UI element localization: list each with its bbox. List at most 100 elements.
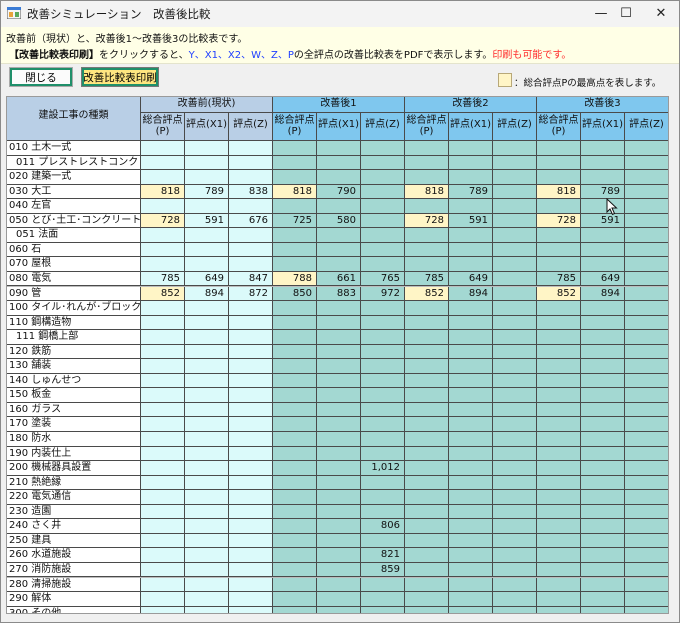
table-cell[interactable]	[493, 344, 537, 360]
table-cell[interactable]: 790	[317, 184, 361, 200]
table-cell[interactable]	[581, 606, 625, 613]
table-cell[interactable]: 785	[405, 271, 449, 287]
table-cell[interactable]	[581, 315, 625, 331]
table-cell[interactable]	[449, 402, 493, 418]
table-cell[interactable]	[625, 199, 668, 214]
table-cell[interactable]	[449, 432, 493, 447]
table-cell[interactable]	[581, 417, 625, 432]
table-cell[interactable]	[537, 242, 581, 258]
table-cell[interactable]	[625, 519, 668, 534]
table-cell[interactable]	[229, 373, 273, 389]
table-cell[interactable]	[229, 461, 273, 476]
table-cell[interactable]	[229, 504, 273, 520]
table-cell[interactable]	[581, 432, 625, 447]
table-cell[interactable]	[361, 315, 405, 331]
table-cell[interactable]	[317, 417, 361, 432]
table-cell[interactable]	[141, 548, 185, 563]
comparison-grid[interactable]: 建設工事の種類 改善前(現状) 総合評点 (P) 評点(X1) 評点(Z) 改善後1 総合評…	[6, 96, 669, 614]
row-label[interactable]: 230 造園	[7, 504, 141, 520]
row-label[interactable]: 020 建築一式	[7, 170, 141, 185]
table-cell[interactable]	[405, 344, 449, 360]
close-window-button[interactable]: ✕	[639, 1, 679, 27]
table-cell[interactable]	[273, 199, 317, 214]
table-cell[interactable]	[625, 504, 668, 520]
table-cell[interactable]	[317, 446, 361, 462]
table-cell[interactable]	[581, 359, 625, 374]
table-cell[interactable]	[449, 548, 493, 563]
table-cell[interactable]	[141, 170, 185, 185]
table-cell[interactable]	[361, 577, 405, 593]
table-cell[interactable]	[625, 213, 668, 229]
row-label[interactable]: 060 石	[7, 242, 141, 258]
row-label[interactable]: 130 舗装	[7, 359, 141, 374]
table-cell[interactable]	[317, 461, 361, 476]
table-cell[interactable]	[537, 461, 581, 476]
table-cell[interactable]	[317, 170, 361, 185]
table-cell[interactable]	[405, 577, 449, 593]
table-cell[interactable]	[229, 592, 273, 607]
table-cell[interactable]	[493, 257, 537, 272]
table-cell[interactable]	[141, 257, 185, 272]
table-cell[interactable]	[405, 461, 449, 476]
table-cell[interactable]	[185, 228, 229, 243]
table-cell[interactable]: 972	[361, 286, 405, 302]
table-cell[interactable]	[581, 533, 625, 549]
row-label[interactable]: 300 その他	[7, 606, 141, 613]
table-cell[interactable]	[625, 301, 668, 316]
table-cell[interactable]	[185, 388, 229, 403]
table-cell[interactable]	[581, 257, 625, 272]
table-cell[interactable]	[493, 213, 537, 229]
table-cell[interactable]	[493, 242, 537, 258]
table-cell[interactable]	[537, 533, 581, 549]
table-cell[interactable]: 883	[317, 286, 361, 302]
row-label[interactable]: 170 塗装	[7, 417, 141, 432]
table-cell[interactable]	[317, 490, 361, 505]
table-cell[interactable]	[405, 330, 449, 345]
table-cell[interactable]: 821	[361, 548, 405, 563]
table-cell[interactable]: 765	[361, 271, 405, 287]
table-cell[interactable]	[581, 373, 625, 389]
table-cell[interactable]	[361, 184, 405, 200]
column-header[interactable]: 評点(X1)	[185, 113, 229, 141]
table-cell[interactable]	[493, 402, 537, 418]
table-cell[interactable]	[493, 199, 537, 214]
table-cell[interactable]	[449, 606, 493, 613]
table-cell[interactable]	[361, 359, 405, 374]
table-cell[interactable]	[449, 475, 493, 491]
table-cell[interactable]	[493, 184, 537, 200]
table-cell[interactable]	[273, 301, 317, 316]
table-cell[interactable]	[229, 257, 273, 272]
table-cell[interactable]	[141, 490, 185, 505]
table-cell[interactable]	[273, 592, 317, 607]
table-cell[interactable]	[625, 461, 668, 476]
table-cell[interactable]	[493, 548, 537, 563]
table-cell[interactable]	[141, 432, 185, 447]
table-cell[interactable]	[405, 504, 449, 520]
table-cell[interactable]	[537, 170, 581, 185]
table-cell[interactable]	[581, 504, 625, 520]
table-cell[interactable]	[493, 461, 537, 476]
table-cell[interactable]	[229, 606, 273, 613]
table-cell[interactable]	[141, 562, 185, 578]
column-header[interactable]: 評点(X1)	[317, 113, 361, 141]
table-cell[interactable]	[405, 155, 449, 171]
table-cell[interactable]	[581, 461, 625, 476]
table-cell[interactable]	[141, 475, 185, 491]
table-cell[interactable]	[141, 373, 185, 389]
table-cell[interactable]	[625, 490, 668, 505]
table-cell[interactable]	[537, 562, 581, 578]
table-cell[interactable]	[273, 228, 317, 243]
table-cell[interactable]	[141, 155, 185, 171]
table-cell[interactable]	[581, 141, 625, 156]
table-cell[interactable]	[581, 155, 625, 171]
table-cell[interactable]	[229, 242, 273, 258]
table-cell[interactable]: 818	[537, 184, 581, 200]
row-label[interactable]: 290 解体	[7, 592, 141, 607]
table-cell[interactable]	[449, 315, 493, 331]
table-cell[interactable]	[625, 359, 668, 374]
table-cell[interactable]	[625, 141, 668, 156]
table-cell[interactable]	[317, 315, 361, 331]
table-cell[interactable]	[625, 330, 668, 345]
group-header[interactable]: 改善後3	[537, 97, 668, 113]
table-cell[interactable]	[537, 504, 581, 520]
